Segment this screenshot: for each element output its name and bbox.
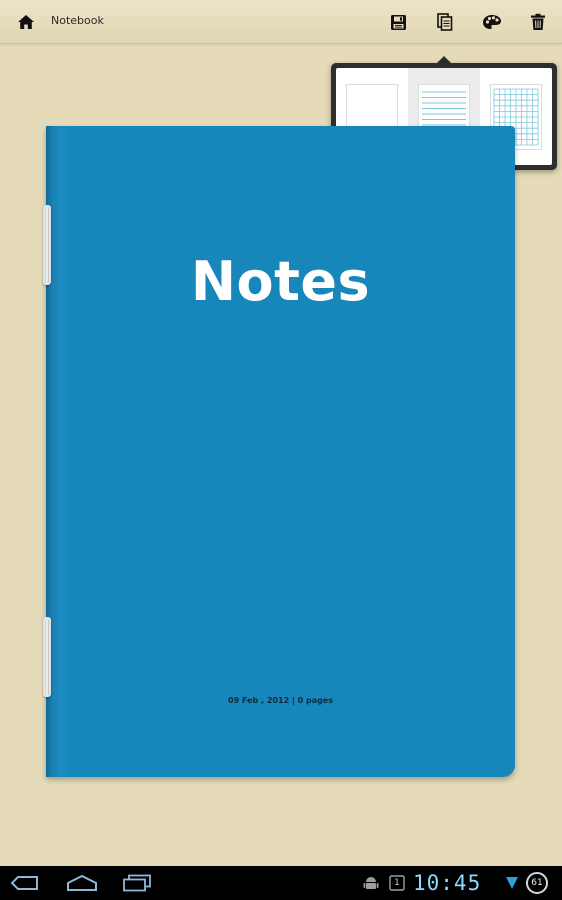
battery-indicator: 61 [526, 872, 548, 894]
staple-bottom [43, 617, 51, 697]
signal-icon [506, 877, 518, 889]
notebook-spine [46, 126, 94, 777]
notebook-cover[interactable]: Notes 09 Feb , 2012 | 0 pages [46, 126, 515, 777]
staple-top [43, 205, 51, 285]
back-icon [10, 876, 38, 890]
notebook-title: Notes [190, 250, 371, 313]
home-nav-button[interactable] [66, 872, 100, 894]
home-icon [18, 15, 34, 29]
copy-pages-icon [437, 13, 453, 31]
home-nav-icon [67, 874, 97, 891]
action-bar: Notebook [0, 0, 562, 44]
app-title: Notebook [51, 14, 104, 27]
save-button[interactable] [385, 9, 411, 35]
page-template-button[interactable] [432, 9, 458, 35]
floppy-disk-icon [390, 14, 406, 30]
android-debug-icon [363, 877, 379, 889]
palette-icon [483, 15, 501, 29]
recent-apps-button[interactable] [122, 872, 154, 894]
home-button[interactable] [13, 9, 39, 35]
recent-apps-icon [123, 874, 151, 892]
app-root: Notebook Notes 09 Feb , 2012 | 0 pages 1… [0, 0, 562, 900]
notification-count: 1 [394, 878, 400, 888]
back-button[interactable] [10, 872, 42, 894]
notification-badge: 1 [389, 875, 405, 891]
notebook-meta: 09 Feb , 2012 | 0 pages [228, 696, 333, 705]
color-palette-button[interactable] [479, 9, 505, 35]
delete-button[interactable] [525, 9, 551, 35]
trash-icon [531, 13, 545, 30]
system-bar: 1 10:45 61 [0, 866, 562, 900]
status-clock: 10:45 [413, 871, 482, 895]
